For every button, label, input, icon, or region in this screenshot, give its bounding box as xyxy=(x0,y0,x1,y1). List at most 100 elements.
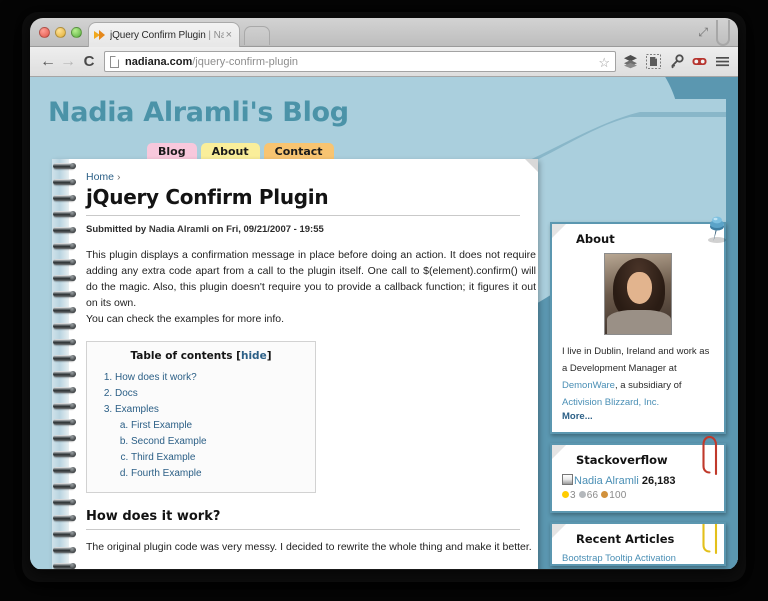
forward-icon[interactable]: → xyxy=(58,53,78,70)
spiral-ring xyxy=(53,387,76,393)
jquery-favicon xyxy=(94,29,106,41)
sidebar-card-recent-articles-title: Recent Articles xyxy=(576,532,675,546)
nav-tab-contact-label: Contact xyxy=(274,145,323,158)
nav-tab-about[interactable]: About xyxy=(200,143,260,160)
examples-note: You can check the examples for more info… xyxy=(86,313,285,325)
toc-item[interactable]: How does it work? xyxy=(115,370,305,386)
spiral-ring xyxy=(53,259,76,265)
close-window-button[interactable] xyxy=(39,27,50,38)
browser-toolbar: ← → C nadiana.com/jquery-confirm-plugin … xyxy=(30,47,738,77)
author-link[interactable]: Nadia Alramli xyxy=(149,224,209,235)
card-corner-fold xyxy=(552,524,566,538)
spiral-ring xyxy=(53,323,76,329)
reload-icon[interactable]: C xyxy=(78,53,100,70)
stackoverflow-badges: 3 66 100 xyxy=(562,490,714,501)
page-title: jQuery Confirm Plugin xyxy=(86,185,520,216)
toc-item[interactable]: Docs xyxy=(115,386,305,402)
mask-icon[interactable] xyxy=(692,54,707,69)
spiral-ring xyxy=(53,307,76,313)
spiral-ring xyxy=(53,451,76,457)
sidebar-card-recent-articles: Recent Articles Bootstrap Tooltip Activa… xyxy=(550,522,726,566)
page-info-icon[interactable] xyxy=(110,55,119,68)
spiral-ring xyxy=(53,547,76,553)
breadcrumb-separator: › xyxy=(116,171,121,183)
toc-bracket-close: ] xyxy=(266,350,272,362)
bronze-badge-count: 100 xyxy=(609,490,627,501)
article-body: Home › jQuery Confirm Plugin Submitted b… xyxy=(52,159,538,555)
toc-sublink[interactable]: Fourth Example xyxy=(131,468,202,479)
toc-sublink[interactable]: Second Example xyxy=(131,436,207,447)
sidebar-card-about-title: About xyxy=(576,232,615,246)
maximize-window-button[interactable] xyxy=(71,27,82,38)
toc-sublink[interactable]: First Example xyxy=(131,420,192,431)
spiral-ring xyxy=(53,531,76,537)
toc-link[interactable]: Examples xyxy=(115,404,159,415)
stackoverflow-reputation: 26,183 xyxy=(641,475,676,487)
spiral-ring xyxy=(53,163,76,169)
toc-link[interactable]: How does it work? xyxy=(115,372,197,383)
recent-article-link[interactable]: Bootstrap Tooltip Activation xyxy=(562,553,714,564)
desktop-background: jQuery Confirm Plugin | Nad × ⤢ ← → C na… xyxy=(0,0,768,601)
toc-title-label: Table of contents xyxy=(130,350,233,362)
section-heading-how-does-it-work: How does it work? xyxy=(86,509,520,530)
url-text: nadiana.com/jquery-confirm-plugin xyxy=(125,55,299,68)
nav-tab-blog[interactable]: Blog xyxy=(147,143,197,160)
toc-sublink[interactable]: Third Example xyxy=(131,452,195,463)
browser-window: jQuery Confirm Plugin | Nad × ⤢ ← → C na… xyxy=(30,18,738,570)
toc-item[interactable]: Examples First Example Second Example Th… xyxy=(115,402,305,482)
about-text: I live in Dublin, Ireland and work as a … xyxy=(562,343,714,411)
spiral-ring xyxy=(53,483,76,489)
spiral-ring xyxy=(53,243,76,249)
toc-subitem[interactable]: Fourth Example xyxy=(131,466,305,482)
pushpin-icon xyxy=(708,216,726,243)
key-icon[interactable] xyxy=(669,54,684,69)
nav-tab-about-label: About xyxy=(211,145,249,158)
spiral-ring xyxy=(53,211,76,217)
toc-title: Table of contents [hide] xyxy=(97,350,305,362)
toc-subitem[interactable]: Third Example xyxy=(131,450,305,466)
stackoverflow-user[interactable]: Nadia Alramli xyxy=(574,475,639,487)
toc-subitem[interactable]: First Example xyxy=(131,418,305,434)
spiral-ring xyxy=(53,275,76,281)
menu-icon[interactable] xyxy=(715,54,730,69)
new-tab-button[interactable] xyxy=(244,26,270,45)
spiral-ring xyxy=(53,435,76,441)
bookmark-star-icon[interactable]: ☆ xyxy=(598,55,610,71)
gold-badge-icon xyxy=(562,491,569,498)
stackoverflow-profile[interactable]: Nadia Alramli 26,183 xyxy=(562,474,714,487)
breadcrumb-home[interactable]: Home xyxy=(86,171,114,183)
window-grip-icon xyxy=(716,20,730,46)
nav-tab-contact[interactable]: Contact xyxy=(263,143,334,160)
minimize-window-button[interactable] xyxy=(55,27,66,38)
about-text-1: I live in Dublin, Ireland and work as a … xyxy=(562,346,710,374)
activision-link[interactable]: Activision Blizzard, Inc. xyxy=(562,397,659,408)
close-icon[interactable]: × xyxy=(224,29,234,41)
toc-hide-link[interactable]: hide xyxy=(241,350,267,362)
fullscreen-icon[interactable]: ⤢ xyxy=(698,25,708,40)
gold-badge-count: 3 xyxy=(570,490,576,501)
toc-link[interactable]: Docs xyxy=(115,388,138,399)
toolbar-extensions xyxy=(621,54,730,69)
paperclip-icon-yellow xyxy=(702,524,718,555)
stackoverflow-icon xyxy=(562,474,573,485)
toc-subitem[interactable]: Second Example xyxy=(131,434,305,450)
extension-icon[interactable] xyxy=(646,54,661,69)
silver-badge-icon xyxy=(578,491,586,498)
browser-tab-active[interactable]: jQuery Confirm Plugin | Nad × xyxy=(88,22,240,47)
section-paragraph: The original plugin code was very messy.… xyxy=(86,541,532,553)
article-sheet: Home › jQuery Confirm Plugin Submitted b… xyxy=(52,159,538,569)
breadcrumb[interactable]: Home › xyxy=(86,171,520,183)
site-nav: Blog About Contact xyxy=(147,143,334,160)
back-icon[interactable]: ← xyxy=(38,53,58,70)
toc-list: How does it work? Docs Examples First Ex… xyxy=(115,370,305,482)
browser-tabstrip: jQuery Confirm Plugin | Nad × ⤢ xyxy=(30,18,738,47)
demonware-link[interactable]: DemonWare xyxy=(562,380,615,391)
layers-icon[interactable] xyxy=(623,54,638,69)
about-more-link[interactable]: More... xyxy=(562,411,714,422)
post-meta: Submitted by Nadia Alramli on Fri, 09/21… xyxy=(86,224,520,235)
submitted-date: on Fri, 09/21/2007 - 19:55 xyxy=(209,224,324,235)
address-bar[interactable]: nadiana.com/jquery-confirm-plugin ☆ xyxy=(104,51,616,72)
page-corner-fold xyxy=(525,159,538,172)
spiral-ring xyxy=(53,371,76,377)
spiral-ring xyxy=(53,467,76,473)
